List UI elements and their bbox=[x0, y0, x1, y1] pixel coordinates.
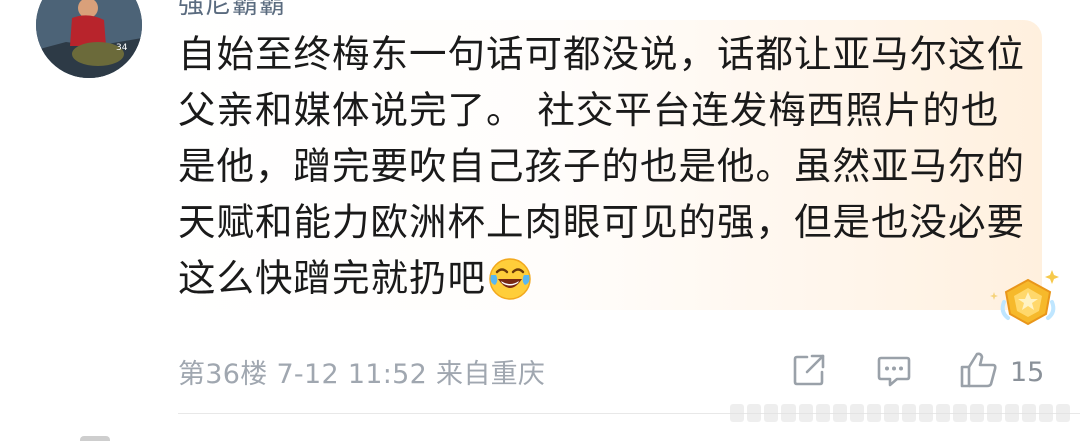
timestamp: 7-12 11:52 bbox=[276, 359, 428, 390]
comment-line: 天赋和能力欧洲杯上肉眼可见的强，但是也没必要 bbox=[178, 200, 1025, 244]
share-button[interactable] bbox=[790, 352, 828, 392]
svg-text:34: 34 bbox=[116, 43, 128, 53]
like-count: 15 bbox=[1010, 356, 1045, 388]
gold-star-badge-icon bbox=[986, 262, 1066, 332]
avatar[interactable]: 34 bbox=[36, 0, 142, 78]
like-button[interactable]: 15 bbox=[958, 352, 1044, 392]
comment-line: 是他，蹭完要吹自己孩子的也是他。虽然亚马尔的 bbox=[178, 144, 1025, 188]
comment-line: 父亲和媒体说完了。 社交平台连发梅西照片的也 bbox=[178, 88, 1000, 132]
watermark bbox=[730, 404, 1071, 422]
laughing-tears-emoji-icon bbox=[488, 257, 532, 316]
next-comment-avatar-edge bbox=[80, 436, 110, 441]
location: 来自重庆 bbox=[436, 359, 546, 390]
username[interactable]: 强尼霸霸 bbox=[178, 0, 286, 21]
floor-number: 第36楼 bbox=[178, 359, 268, 390]
avatar-image: 34 bbox=[36, 0, 142, 78]
comment-line: 自始至终梅东一句话可都没说，话都让亚马尔这位 bbox=[178, 32, 1025, 76]
comment-text: 自始至终梅东一句话可都没说，话都让亚马尔这位 父亲和媒体说完了。 社交平台连发梅… bbox=[178, 26, 1038, 316]
thumb-up-icon bbox=[958, 350, 1000, 394]
comment-meta: 第36楼 7-12 11:52 来自重庆 bbox=[178, 352, 545, 391]
reply-button[interactable] bbox=[875, 352, 913, 392]
comment-icon bbox=[875, 351, 913, 393]
comment-line-last: 这么快蹭完就扔吧 bbox=[178, 250, 1038, 316]
comment-line: 这么快蹭完就扔吧 bbox=[178, 256, 486, 300]
share-icon bbox=[790, 351, 828, 393]
